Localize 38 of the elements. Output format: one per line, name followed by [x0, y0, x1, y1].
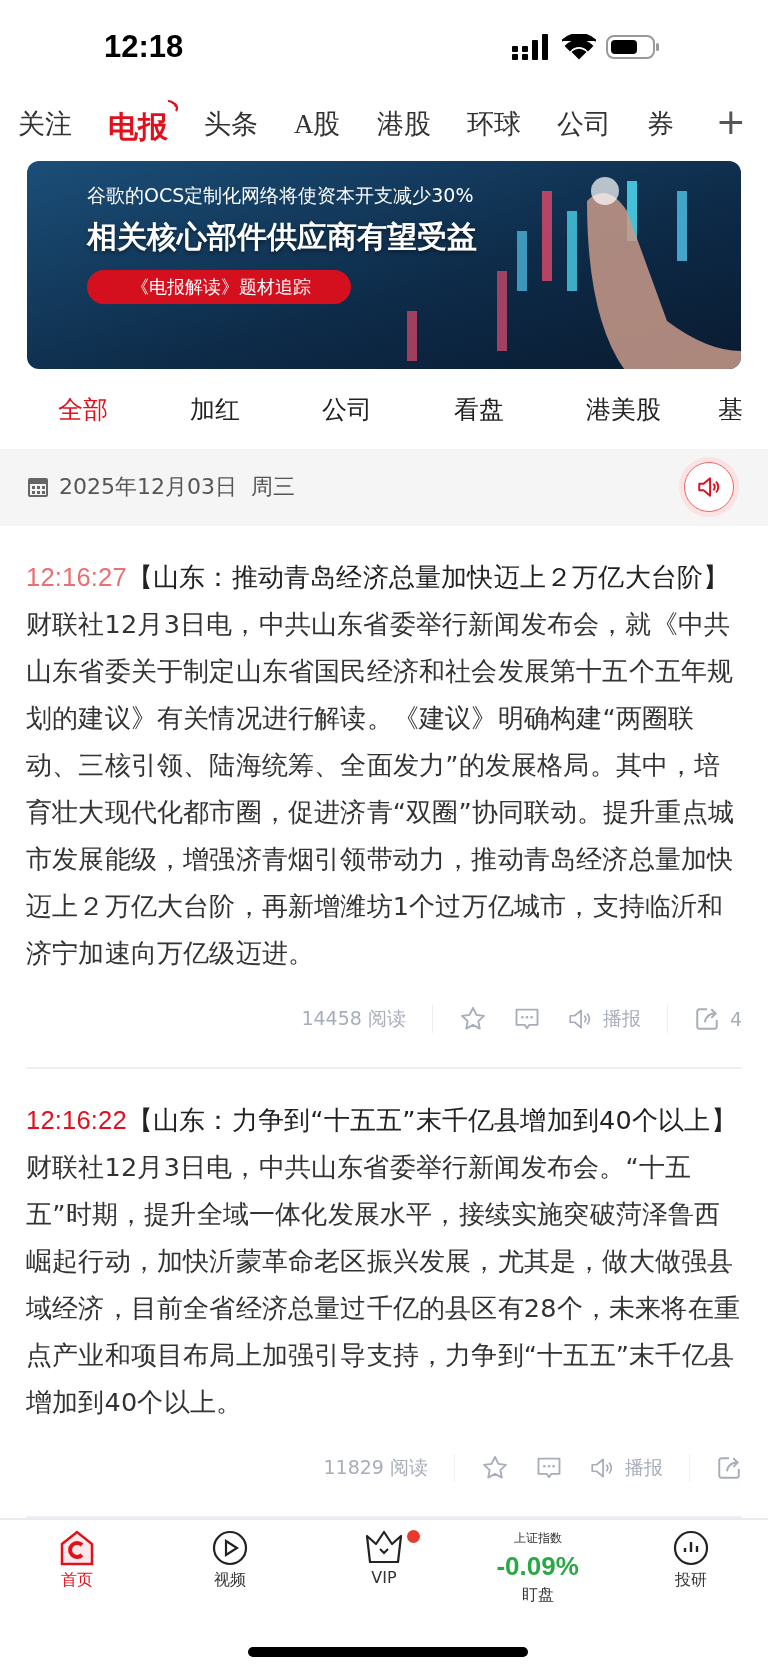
channel-tab[interactable]: 券 [646, 105, 674, 142]
crown-icon [365, 1529, 403, 1564]
nav-tab[interactable]: 视频 [153, 1529, 308, 1591]
play-icon [212, 1529, 249, 1566]
channel-tab[interactable]: 电报 [108, 99, 180, 149]
banner-subtitle: 谷歌的OCS定制化网络将使资本开支减少30% [87, 182, 474, 208]
read-count: 14458 阅读 [301, 1005, 406, 1031]
filter-tab[interactable]: 基 [718, 392, 768, 426]
channel-tab[interactable]: 头条 [204, 105, 258, 142]
index-name: 上证指数 [513, 1529, 562, 1547]
nav-tab[interactable]: VIP [307, 1529, 461, 1587]
filter-tab[interactable]: 公司 [322, 392, 454, 426]
channel-tab[interactable]: A股 [294, 105, 341, 142]
filter-tab[interactable]: 港美股 [586, 392, 718, 426]
filter-tab[interactable]: 全部 [58, 392, 190, 426]
nav-tab[interactable]: 首页 [0, 1529, 154, 1591]
calendar-icon [27, 476, 49, 499]
banner-tag: 《电报解读》题材追踪 [87, 269, 351, 304]
date-text: 2025年12月03日 周三 [59, 473, 296, 502]
channel-tab[interactable]: 关注 [18, 105, 72, 142]
filter-tab[interactable]: 加红 [190, 392, 322, 426]
channel-tab[interactable]: 公司 [556, 105, 611, 142]
channel-tab[interactable]: 港股 [376, 105, 431, 142]
banner-title: 相关核心部件供应商有望受益 [87, 217, 477, 256]
read-count: 11829 阅读 [323, 1454, 428, 1480]
nav-tab[interactable]: 投研 [614, 1529, 768, 1591]
status-time: 12:18 [104, 29, 184, 66]
index-value: -0.09% [496, 1550, 579, 1581]
home-icon [59, 1529, 94, 1566]
wifi-icon [562, 34, 596, 61]
news-paragraph: 12:16:27【山东：推动青岛经济总量加快迈上２万亿大台阶】 财联社12月3日电，中共山东省委举行新闻发布会，就《中共山东省委关于制定山东省国民经济和社会发展第十五个五年规划的建议》有关情况进行解读。《建议》明确构建“两圈联动、三核引领、陆海统筹、全面发力”的发展格局。其中，培育壮大现代化都市圈，促进济青“双圈”协同联动。提升重点城市发展能级，增强济青烟引领带动力，推动青岛经济总量加快迈上２万亿大台阶，再新增潍坊1个过万亿城市，支持临沂和济宁加速向万亿级迈进。 [26, 560, 736, 970]
share-button[interactable] [716, 1454, 742, 1481]
nav-tab[interactable]: 上证指数 -0.09% 盯盘 [460, 1529, 615, 1606]
battery-icon [606, 34, 660, 61]
chart-icon [673, 1529, 710, 1566]
news-paragraph: 12:16:22【山东：力争到“十五五”末千亿县增加到40个以上】 财联社12月3日电，中共山东省委举行新闻发布会。“十五五”时期，提升全域一体化发展水平，接续实施突破菏泽鲁西崛起行动，加快沂蒙革命老区振兴发展，尤其是，做大做强县域经济，目前全省经济总量过千亿的县区有28个，未来将在重点产业和项目布局上加强引导支持，力争到“十五五”末千亿县增加到40个以上。 [26, 1103, 742, 1419]
filter-tab[interactable]: 看盘 [454, 392, 586, 426]
channel-tab[interactable]: 环球 [466, 105, 521, 142]
